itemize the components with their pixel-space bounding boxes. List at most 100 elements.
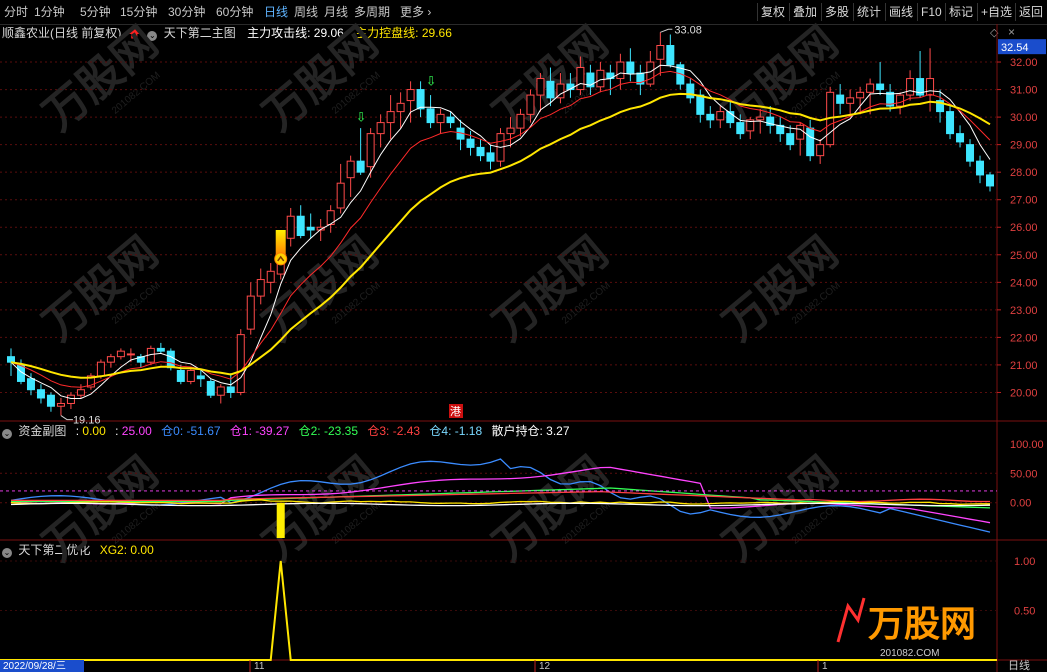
candle-body-down xyxy=(306,226,315,231)
candle-body-down xyxy=(696,94,705,115)
candle-body-down xyxy=(736,122,745,135)
price-tick-label: 22.00 xyxy=(1010,332,1038,344)
candle-body-up xyxy=(526,94,535,115)
candle-body-up xyxy=(286,215,295,239)
candle-body-up xyxy=(866,83,875,93)
price-tick-label: 31.00 xyxy=(1010,85,1038,97)
candle-body-down xyxy=(666,45,675,66)
candle-body-up xyxy=(336,182,345,209)
price-tick-label: 26.00 xyxy=(1010,222,1038,234)
candle-body-up xyxy=(116,350,125,358)
candle-body-down xyxy=(966,144,975,162)
candle-body-up xyxy=(926,78,935,96)
x-axis-month-label: 11 xyxy=(254,661,265,672)
candle-body-down xyxy=(196,375,205,380)
fund-c3-line xyxy=(11,490,990,503)
stock-chart[interactable]: 万股网201082.COM万股网201082.COM万股网201082.COM万… xyxy=(0,0,1047,672)
candle-body-down xyxy=(296,215,305,237)
candle-body-down xyxy=(706,113,715,121)
candle-body-down xyxy=(626,61,635,74)
candle-body-down xyxy=(986,174,995,187)
high-marker-line xyxy=(660,28,673,33)
sell-arrow-icon: ⇩ xyxy=(356,109,367,124)
candle-body-up xyxy=(896,94,905,107)
opt-tick-label: 0.50 xyxy=(1014,605,1035,617)
price-tick-label: 32.00 xyxy=(1010,57,1038,69)
candle-body-up xyxy=(126,353,135,356)
candle-body-up xyxy=(656,45,665,60)
candle-body-down xyxy=(166,350,175,369)
candle-body-down xyxy=(946,111,955,135)
candle-body-down xyxy=(476,146,485,157)
candle-body-up xyxy=(396,102,405,113)
price-tick-label: 23.00 xyxy=(1010,305,1038,317)
candle-body-down xyxy=(806,127,815,157)
low-marker-label: 19.16 xyxy=(73,415,101,427)
candle-body-up xyxy=(236,334,245,393)
price-tick-label: 24.00 xyxy=(1010,277,1038,289)
candle-body-up xyxy=(366,133,375,168)
price-tick-label: 25.00 xyxy=(1010,250,1038,262)
x-axis-period-label: 日线 xyxy=(1008,658,1030,672)
candle-body-down xyxy=(206,380,215,396)
x-axis-start-date: 2022/09/28/三 xyxy=(3,661,66,672)
candle-body-up xyxy=(106,356,115,363)
candle-body-down xyxy=(36,389,45,399)
x-axis-month-label: 1 xyxy=(822,661,828,672)
candle-body-up xyxy=(796,124,805,140)
candle-body-up xyxy=(856,91,865,99)
candle-body-down xyxy=(156,347,165,352)
candle-body-down xyxy=(226,386,235,393)
candle-body-up xyxy=(266,270,275,283)
candle-body-down xyxy=(356,160,365,173)
brand-arrow-icon xyxy=(836,597,866,643)
candle-body-up xyxy=(906,78,915,96)
candle-body-up xyxy=(186,369,195,382)
candle-body-up xyxy=(846,97,855,104)
candle-body-down xyxy=(26,378,35,391)
price-tick-label: 21.00 xyxy=(1010,360,1038,372)
candle-body-down xyxy=(976,160,985,176)
candle-body-down xyxy=(416,89,425,110)
candle-body-up xyxy=(756,116,765,121)
candle-body-up xyxy=(436,113,445,124)
candle-body-up xyxy=(506,127,515,135)
candle-body-down xyxy=(486,152,495,162)
candle-body-up xyxy=(386,111,395,124)
candle-body-up xyxy=(76,389,85,396)
candle-body-up xyxy=(376,122,385,135)
candle-body-down xyxy=(6,356,15,363)
axes-layer: 32.00 31.00 30.00 29.00 28.00 27.00 26.00 25.00… xyxy=(997,39,1046,617)
candle-body-up xyxy=(96,361,105,377)
candle-body-up xyxy=(616,61,625,80)
candle-body-down xyxy=(836,94,845,104)
brand-logo: 万股网 xyxy=(868,603,976,644)
candle-body-down xyxy=(426,108,435,124)
candle-body-up xyxy=(216,386,225,396)
brand-logo-site: 201082.COM xyxy=(880,648,939,659)
current-price-label: 32.54 xyxy=(1001,42,1029,54)
candle-body-up xyxy=(346,160,355,179)
candle-body-down xyxy=(176,369,185,382)
candle-body-down xyxy=(876,83,885,91)
hk-badge-label: 港 xyxy=(450,405,461,418)
fund-tick-label: 50.00 xyxy=(1010,468,1038,480)
price-tick-label: 30.00 xyxy=(1010,112,1038,124)
sell-arrow-icon: ⇩ xyxy=(426,74,437,89)
candle-body-up xyxy=(816,144,825,157)
candle-body-up xyxy=(66,394,75,404)
price-tick-label: 20.00 xyxy=(1010,387,1038,399)
candle-body-up xyxy=(246,295,255,330)
x-axis-month-label: 12 xyxy=(539,661,551,672)
candle-body-up xyxy=(406,89,415,102)
candle-body-up xyxy=(516,113,525,129)
candle-body-down xyxy=(46,394,55,407)
candle-body-up xyxy=(646,61,655,85)
candle-body-up xyxy=(596,69,605,88)
fund-tick-label: 0.00 xyxy=(1010,498,1031,510)
candle-body-down xyxy=(686,83,695,99)
candle-body-up xyxy=(256,279,265,297)
candle-body-up xyxy=(56,402,65,407)
candle-body-down xyxy=(546,80,555,99)
candle-body-up xyxy=(536,78,545,96)
